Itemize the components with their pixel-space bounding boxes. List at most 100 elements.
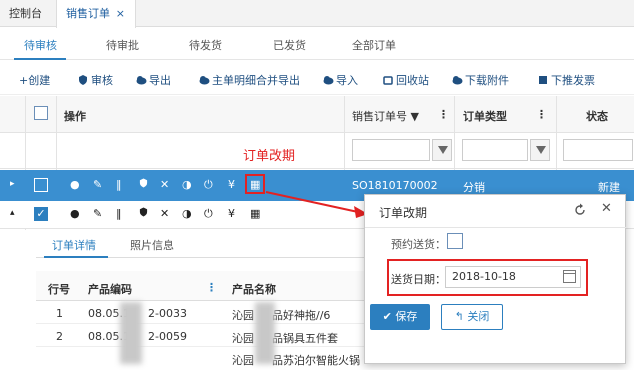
recycle-bin-button[interactable]: 回收站	[383, 72, 429, 88]
tab-photo-info[interactable]: 照片信息	[130, 237, 174, 253]
delivery-date-input[interactable]: 2018-10-18	[445, 266, 581, 288]
row-checkbox-checked[interactable]: ✓	[34, 207, 48, 221]
col-order-no[interactable]: 销售订单号 ▼	[352, 108, 419, 124]
shield-icon[interactable]	[139, 178, 148, 191]
half-circle-icon[interactable]: ◑	[182, 207, 192, 220]
close-button[interactable]: ↰ 关闭	[441, 304, 503, 330]
select-all-checkbox[interactable]	[34, 106, 48, 120]
export-label: 导出	[149, 74, 171, 87]
close-label: 关闭	[467, 310, 490, 323]
close-icon[interactable]: ✕	[601, 201, 612, 216]
merge-export-button[interactable]: 主单明细合并导出	[199, 72, 300, 88]
reschedule-dialog: 订单改期 ✕ 预约送货： 送货日期： 2018-10-18 ✔ 保存 ↰ 关闭	[364, 194, 627, 364]
review-button[interactable]: 审核	[78, 72, 113, 88]
tab-all-orders[interactable]: 全部订单	[352, 37, 396, 53]
create-button[interactable]: +创建	[19, 72, 50, 88]
prebook-label: 预约送货：	[391, 238, 446, 251]
tab-shipped[interactable]: 已发货	[273, 37, 306, 53]
col-order-no-menu[interactable]: ⋮	[438, 108, 449, 121]
order-no-filter-icon[interactable]	[432, 139, 452, 161]
product-name-cell: 沁园	[232, 309, 254, 322]
cloud-download-icon	[452, 75, 463, 85]
view-icon[interactable]: ●	[70, 178, 80, 191]
prebook-checkbox[interactable]	[447, 233, 463, 249]
shield-icon[interactable]	[139, 207, 148, 220]
line-no-cell: 2	[56, 330, 63, 343]
undo-icon: ↰	[454, 310, 468, 323]
cloud-icon	[199, 75, 210, 85]
order-status-tabs: 待审核 待审批 待发货 已发货 全部订单	[0, 28, 634, 60]
import-label: 导入	[336, 74, 358, 87]
cancel-icon[interactable]: ✕	[160, 178, 169, 191]
order-type-filter-icon[interactable]	[530, 139, 550, 161]
view-icon[interactable]: ●	[70, 207, 80, 220]
tab-pending-shipment[interactable]: 待发货	[189, 37, 222, 53]
calendar-icon[interactable]	[563, 270, 576, 283]
col-line-no: 行号	[48, 283, 70, 296]
status-filter-input[interactable]	[563, 139, 633, 161]
dialog-divider	[365, 227, 627, 228]
download-attachment-label: 下载附件	[465, 74, 509, 87]
redaction-blur	[120, 302, 142, 364]
col-product-code-menu[interactable]: ⋮	[206, 281, 217, 294]
push-invoice-button[interactable]: 下推发票	[538, 72, 595, 88]
refresh-icon[interactable]	[573, 203, 587, 217]
edit-icon[interactable]: ✎	[93, 178, 102, 191]
status-cell: 新建	[598, 181, 620, 194]
cloud-icon	[323, 75, 334, 85]
pause-icon[interactable]: ‖	[116, 207, 122, 220]
cloud-icon	[136, 75, 147, 85]
yen-icon[interactable]: ¥	[228, 207, 235, 220]
annotation-highlight-box	[245, 174, 265, 194]
merge-export-label: 主单明细合并导出	[212, 74, 300, 87]
product-code-cell-suffix: 2-0033	[148, 307, 187, 320]
dialog-title: 订单改期	[379, 206, 428, 220]
recycle-bin-label: 回收站	[396, 74, 429, 87]
expand-row-icon[interactable]: ▸	[10, 179, 15, 189]
save-button[interactable]: ✔ 保存	[370, 304, 430, 330]
tab-sales-order-label: 销售订单	[66, 7, 110, 20]
reschedule-grid-icon[interactable]: ▦	[250, 207, 260, 220]
col-order-type[interactable]: 订单类型	[463, 108, 507, 124]
push-invoice-label: 下推发票	[551, 74, 595, 87]
half-circle-icon[interactable]: ◑	[182, 178, 192, 191]
edit-icon[interactable]: ✎	[93, 207, 102, 220]
tab-pending-approval[interactable]: 待审批	[106, 37, 139, 53]
col-status[interactable]: 状态	[586, 108, 608, 124]
row-checkbox[interactable]	[34, 178, 48, 192]
save-label: 保存	[395, 310, 418, 323]
export-button[interactable]: 导出	[136, 72, 171, 88]
power-icon[interactable]: ⏻	[204, 178, 213, 192]
line-no-cell: 1	[56, 307, 63, 320]
tab-console[interactable]: 控制台	[9, 0, 42, 27]
collapse-row-icon[interactable]: ▴	[10, 208, 15, 218]
power-icon[interactable]: ⏻	[204, 207, 213, 221]
yen-icon[interactable]: ¥	[228, 178, 235, 191]
detail-tab-underline	[44, 256, 108, 258]
detail-table-header	[36, 271, 366, 301]
table-row: 沁园 品苏泊尔智能火锅	[36, 347, 366, 370]
invoice-icon	[538, 75, 549, 85]
table-row: 1 08.05.1 2-0033 沁园 品好神拖//6	[36, 301, 366, 324]
tab-pending-review[interactable]: 待审核	[24, 37, 57, 53]
review-label: 审核	[91, 74, 113, 87]
annotation-label: 订单改期	[243, 149, 296, 164]
product-name-cell: 沁园	[232, 354, 254, 367]
download-attachment-button[interactable]: 下载附件	[452, 72, 509, 88]
col-ops: 操作	[64, 110, 86, 123]
import-button[interactable]: 导入	[323, 72, 358, 88]
tab-order-detail[interactable]: 订单详情	[52, 237, 96, 253]
product-name-cell: 沁园	[232, 332, 254, 345]
order-type-filter-input[interactable]	[462, 139, 528, 161]
cancel-icon[interactable]: ✕	[160, 207, 169, 220]
close-tab-icon[interactable]: ×	[116, 0, 125, 27]
delivery-date-label: 送货日期：	[391, 273, 446, 286]
product-name-cell-suffix: 品好神拖//6	[272, 309, 331, 322]
check-icon: ✔	[382, 310, 396, 323]
tab-sales-order[interactable]: 销售订单 ×	[56, 0, 136, 28]
order-no-filter-input[interactable]	[352, 139, 430, 161]
pause-icon[interactable]: ‖	[116, 178, 122, 191]
order-no-cell: SO1810170002	[352, 179, 438, 192]
col-order-type-menu[interactable]: ⋮	[536, 108, 547, 121]
col-product-name: 产品名称	[232, 283, 276, 296]
